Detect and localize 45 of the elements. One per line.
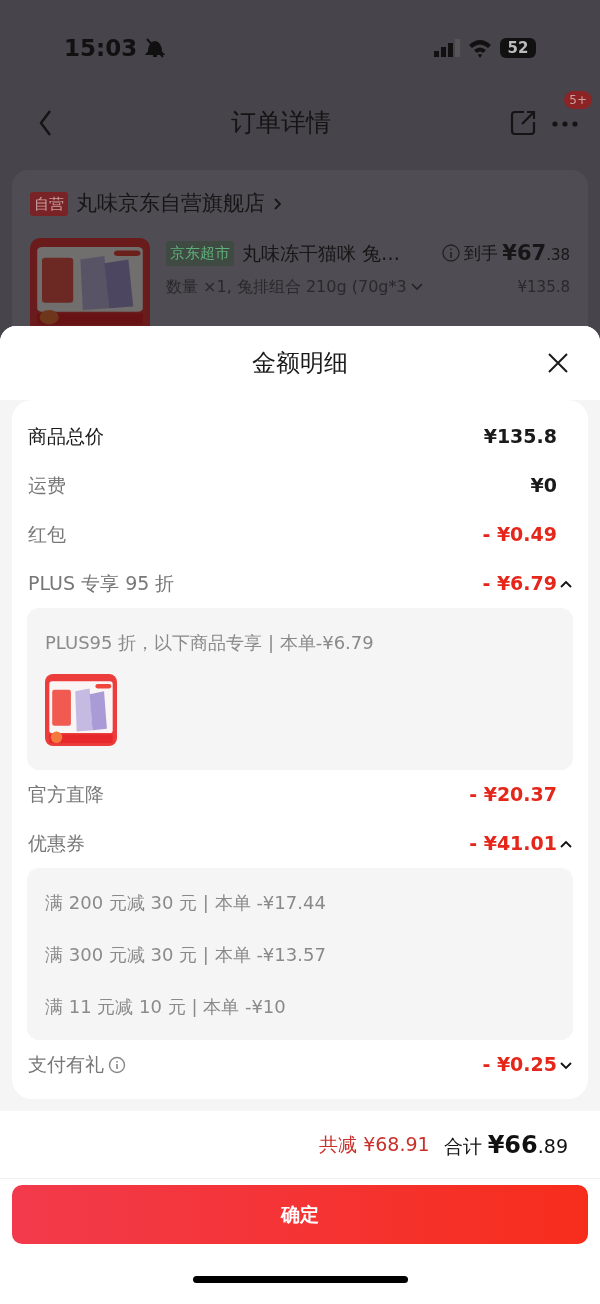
detail-text: 满 11 元减 10 元 | 本单 -¥10 [45, 995, 287, 1019]
signal-icon [434, 39, 460, 57]
more-icon[interactable] [552, 120, 578, 127]
detail-text: 满 200 元减 30 元 | 本单 -¥17.44 [45, 891, 327, 915]
fee-amount: - ¥41.01 [469, 831, 557, 857]
back-icon[interactable] [38, 109, 52, 137]
detail-text: PLUS95 折，以下商品专享 | 本单-¥6.79 [45, 631, 375, 655]
fee-label: 支付有礼 [28, 1052, 104, 1078]
notification-badge: 5+ [564, 91, 592, 109]
fee-amount: - ¥0.49 [482, 522, 557, 548]
fee-label: 优惠券 [28, 831, 85, 857]
fee-amount: - ¥0.25 [482, 1052, 557, 1078]
confirm-button[interactable]: 确定 [12, 1185, 588, 1244]
supermarket-tag: 京东超市 [166, 241, 234, 266]
detail-text: 满 300 元减 30 元 | 本单 -¥13.57 [45, 943, 327, 967]
close-icon[interactable] [548, 353, 568, 373]
chevron-right-icon[interactable] [273, 196, 282, 211]
fee-amount: ¥135.8 [483, 424, 557, 450]
store-tag: 自营 [30, 191, 68, 216]
bell-muted-icon [145, 37, 166, 59]
fee-label: 商品总价 [28, 424, 104, 450]
fee-label: 官方直降 [28, 782, 104, 808]
wifi-icon [468, 38, 492, 58]
battery-indicator: 52 [500, 38, 536, 58]
saved-amount: 共减 ¥68.91 [319, 1132, 430, 1158]
chevron-up-icon[interactable] [559, 578, 573, 589]
fee-amount: - ¥6.79 [482, 571, 557, 597]
info-icon[interactable] [108, 1055, 126, 1074]
chevron-up-icon[interactable] [559, 838, 573, 849]
product-price: ¥67.38 [502, 239, 570, 267]
fee-label: 红包 [28, 522, 66, 548]
sheet-title: 金额明细 [252, 348, 348, 379]
info-icon[interactable] [442, 244, 461, 263]
price-label: 到手 [464, 241, 499, 265]
total-amount: 合计 ¥66.89 [443, 1129, 568, 1161]
store-name: 丸味京东自营旗舰店 [76, 190, 265, 217]
fee-amount: ¥0 [530, 473, 557, 499]
fee-label: 运费 [28, 473, 66, 499]
share-icon[interactable] [510, 110, 536, 136]
product-name: 丸味冻干猫咪 兔… [242, 241, 401, 266]
chevron-down-icon[interactable] [559, 1059, 573, 1070]
status-time: 15:03 [64, 33, 138, 63]
fee-amount: - ¥20.37 [469, 782, 557, 808]
fee-label: PLUS 专享 95 折 [28, 571, 175, 597]
page-title: 订单详情 [231, 107, 331, 140]
